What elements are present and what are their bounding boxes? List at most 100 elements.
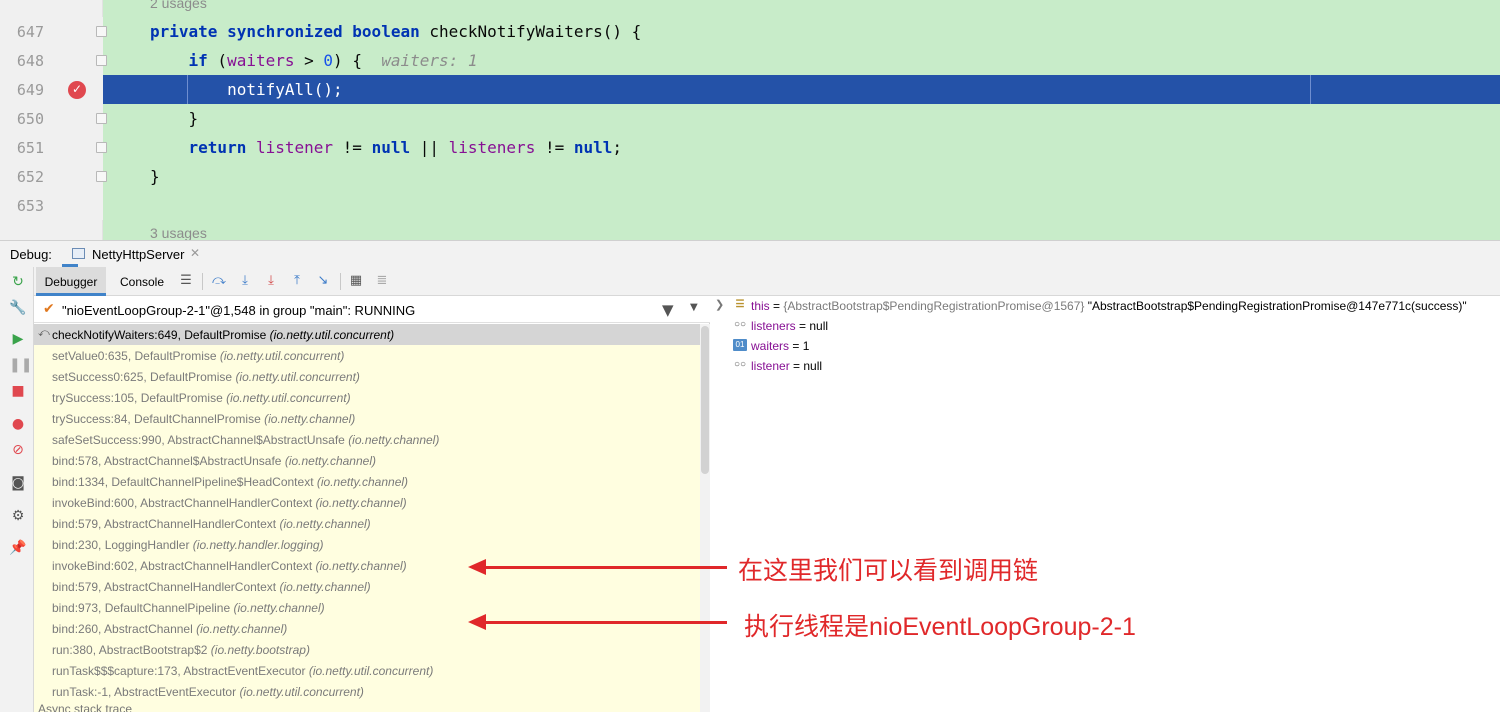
fold-marker-icon[interactable] (96, 113, 107, 124)
frame-row[interactable]: bind:579, AbstractChannelHandlerContext … (34, 513, 700, 534)
stop-icon[interactable]: ■ (9, 382, 27, 400)
line-number[interactable]: 647 (0, 23, 44, 41)
async-trace-label[interactable]: Async stack trace (38, 702, 132, 712)
frame-package: (io.netty.handler.logging) (192, 538, 324, 552)
frame-package: (io.netty.channel) (315, 496, 407, 510)
frame-row[interactable]: bind:579, AbstractChannelHandlerContext … (34, 576, 700, 597)
tab-console[interactable]: Console (112, 267, 172, 296)
code-text[interactable]: return listener != null || listeners != … (150, 138, 623, 157)
frame-row[interactable]: bind:230, LoggingHandler (io.netty.handl… (34, 534, 700, 555)
frame-package: (io.netty.util.concurrent) (226, 391, 351, 405)
frame-row[interactable]: bind:1334, DefaultChannelPipeline$HeadCo… (34, 471, 700, 492)
annotation-arrow-head (468, 614, 486, 630)
frame-row[interactable]: run:380, AbstractBootstrap$2 (io.netty.b… (34, 639, 700, 660)
camera-icon[interactable]: ◙ (9, 474, 27, 492)
thread-selector[interactable]: ✔ "nioEventLoopGroup-2-1"@1,548 in group… (34, 296, 710, 323)
variable-row[interactable]: 01 waiters = 1 (711, 336, 1500, 356)
variable-eq: = (789, 339, 803, 353)
line-number[interactable]: 648 (0, 52, 44, 70)
step-over-icon[interactable]: ⤼ (211, 273, 227, 289)
fold-marker-icon[interactable] (96, 26, 107, 37)
run-to-cursor-icon[interactable]: ↘ (315, 273, 331, 289)
fold-marker-icon[interactable] (96, 142, 107, 153)
drop-frame-icon[interactable]: ⤺ (38, 327, 50, 340)
code-token: waiters (227, 51, 295, 70)
code-text[interactable]: private synchronized boolean checkNotify… (150, 22, 641, 41)
code-text[interactable]: notifyAll(); (150, 80, 343, 99)
trace-icon[interactable]: ≣ (374, 273, 390, 289)
frame-row[interactable]: invokeBind:600, AbstractChannelHandlerCo… (34, 492, 700, 513)
fold-marker-icon[interactable] (96, 171, 107, 182)
code-line-current[interactable]: 649 notifyAll(); (0, 75, 1500, 104)
rerun-icon[interactable]: ↻ (9, 273, 27, 291)
force-step-into-icon[interactable]: ⤓ (263, 273, 279, 289)
line-number[interactable]: 653 (0, 197, 44, 215)
frame-row[interactable]: setSuccess0:625, DefaultPromise (io.nett… (34, 366, 700, 387)
code-token: return (188, 138, 247, 157)
frame-row[interactable]: trySuccess:84, DefaultChannelPromise (io… (34, 408, 700, 429)
code-text[interactable]: } (150, 109, 199, 128)
code-token: > (294, 51, 324, 70)
variable-value: 1 (802, 339, 810, 353)
frame-row-selected[interactable]: ⤺ checkNotifyWaiters:649, DefaultPromise … (34, 324, 700, 345)
code-editor[interactable]: 2 usages 647 private synchronized boolean… (0, 0, 1500, 240)
code-token: private synchronized boolean (150, 22, 430, 41)
pin-icon[interactable]: 📌 (9, 539, 27, 557)
code-text[interactable]: if (waiters > 0) { waiters: 1 (150, 51, 478, 70)
variable-row[interactable]: ○○ listener = null (711, 356, 1500, 376)
step-out-icon[interactable]: ⤒ (289, 273, 305, 289)
line-number[interactable]: 652 (0, 168, 44, 186)
tab-debugger[interactable]: Debugger (36, 267, 106, 296)
resume-icon[interactable]: ▶ (9, 330, 27, 348)
frame-row[interactable]: safeSetSuccess:990, AbstractChannel$Abst… (34, 429, 700, 450)
toolbar-separator (340, 273, 341, 290)
chevron-right-icon[interactable]: ❯ (715, 298, 724, 311)
code-text[interactable]: } (150, 167, 160, 186)
scrollbar[interactable] (700, 324, 710, 712)
variable-row[interactable]: ❯ ☰ this = {AbstractBootstrap$PendingRegis… (711, 296, 1500, 316)
step-into-icon[interactable]: ⤓ (237, 273, 253, 289)
code-line[interactable]: 647 private synchronized boolean checkNot… (0, 17, 1500, 46)
code-token: if (188, 51, 208, 70)
frame-method: trySuccess:84, DefaultChannelPromise (52, 412, 261, 426)
line-number[interactable]: 650 (0, 110, 44, 128)
mute-breakpoints-icon[interactable]: ⊘ (9, 441, 27, 459)
scrollbar-thumb[interactable] (701, 326, 709, 474)
menu-icon[interactable]: ☰ (178, 273, 194, 289)
code-line[interactable]: 652} (0, 162, 1500, 191)
frame-row[interactable]: bind:973, DefaultChannelPipeline (io.net… (34, 597, 700, 618)
variable-row[interactable]: ○○ listeners = null (711, 316, 1500, 336)
frame-package: (io.netty.channel) (279, 517, 371, 531)
frame-row[interactable]: setValue0:635, DefaultPromise (io.netty.… (34, 345, 700, 366)
evaluate-expression-icon[interactable]: ▦ (348, 273, 364, 289)
wrench-icon[interactable]: 🔧 (9, 299, 27, 317)
watch-icon: ○○ (733, 359, 747, 370)
code-line[interactable]: 651 return listener != null || listeners… (0, 133, 1500, 162)
indent-guide (187, 75, 188, 104)
view-breakpoints-icon[interactable]: ● (9, 415, 27, 433)
pause-icon[interactable]: ❚❚ (9, 356, 32, 374)
debug-side-toolbar: ↻ 🔧 ▶ ❚❚ ■ ● ⊘ ◙ ⚙ 📌 (0, 267, 34, 712)
code-line[interactable]: 648 if (waiters > 0) { waiters: 1 (0, 46, 1500, 75)
line-number[interactable]: 651 (0, 139, 44, 157)
code-line[interactable]: 650 } (0, 104, 1500, 133)
frame-row[interactable]: runTask$$$capture:173, AbstractEventExec… (34, 660, 700, 681)
filter-icon[interactable]: ▼ (662, 301, 674, 319)
frame-package: (io.netty.bootstrap) (210, 643, 310, 657)
tab-session[interactable]: NettyHttpServer ✕ (62, 241, 200, 267)
fold-marker-icon[interactable] (96, 55, 107, 66)
frame-row[interactable]: bind:578, AbstractChannel$AbstractUnsafe… (34, 450, 700, 471)
usages-hint-top[interactable]: 2 usages (150, 0, 207, 11)
line-number[interactable]: 649 (0, 81, 44, 99)
variable-eq: = (789, 359, 804, 373)
gear-icon[interactable]: ⚙ (9, 507, 27, 525)
frame-row[interactable]: trySuccess:105, DefaultPromise (io.netty… (34, 387, 700, 408)
usages-hint-bottom[interactable]: 3 usages (150, 225, 207, 240)
frame-row[interactable]: runTask:-1, AbstractEventExecutor (io.ne… (34, 681, 700, 702)
code-token: } (150, 109, 199, 128)
breakpoint-icon[interactable]: ✓ (68, 81, 86, 99)
chevron-down-icon[interactable]: ▼ (690, 302, 698, 313)
close-icon[interactable]: ✕ (190, 246, 200, 260)
code-line[interactable]: 653 (0, 191, 1500, 220)
